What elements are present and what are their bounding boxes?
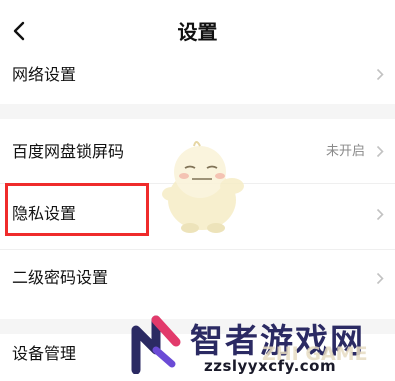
- chevron-right-icon: [376, 68, 384, 81]
- lock-screen-code-label: 百度网盘锁屏码: [12, 142, 125, 161]
- mascot-image: [162, 141, 244, 233]
- chevron-right-icon: [376, 272, 384, 285]
- secondary-password-item[interactable]: 二级密码设置: [0, 250, 395, 314]
- chevron-right-icon: [376, 208, 384, 221]
- settings-group-network: 网络设置: [0, 58, 395, 104]
- device-management-label: 设备管理: [12, 344, 77, 363]
- page-title: 设置: [177, 20, 218, 44]
- network-settings-label: 网络设置: [12, 65, 77, 84]
- brand-logo-icon: [131, 315, 181, 374]
- lock-screen-status: 未开启: [325, 144, 365, 159]
- nav-bar: 设置: [0, 0, 395, 58]
- watermark-url: zzslyyxcfy.com: [204, 357, 337, 375]
- chevron-right-icon: [376, 145, 384, 158]
- highlight-box: [5, 183, 149, 236]
- network-settings-item[interactable]: 网络设置: [0, 58, 395, 104]
- secondary-password-label: 二级密码设置: [12, 268, 109, 287]
